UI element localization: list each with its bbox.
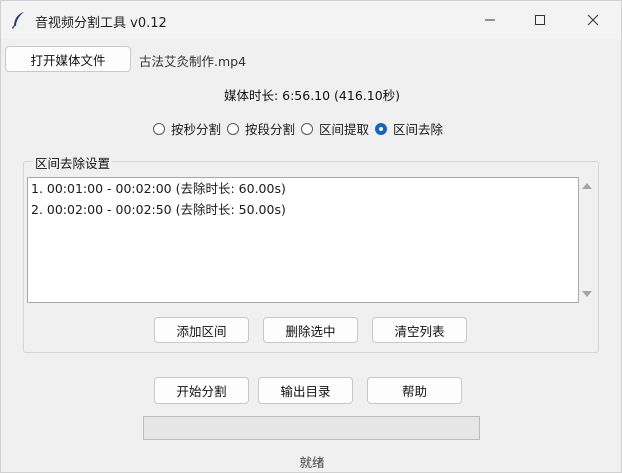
maximize-button[interactable] (517, 1, 563, 39)
maximize-icon (535, 15, 545, 25)
close-icon (587, 14, 599, 26)
radio-icon (153, 122, 165, 135)
mode-radio-by-seconds[interactable]: 按秒分割 (153, 119, 221, 138)
range-listbox[interactable]: 1. 00:01:00 - 00:02:00 (去除时长: 60.00s) 2.… (27, 177, 579, 303)
radio-label: 区间去除 (393, 122, 444, 137)
app-window: 音视频分割工具 v0.12 打开媒体文件 古法艾灸制作.mp4 媒体时长: 6:… (0, 0, 622, 473)
radio-label: 区间提取 (319, 122, 370, 137)
mode-radio-by-segments[interactable]: 按段分割 (227, 119, 295, 138)
file-name-label: 古法艾灸制作.mp4 (139, 54, 247, 69)
feather-icon (11, 11, 27, 29)
window-title: 音视频分割工具 v0.12 (35, 16, 167, 31)
radio-icon (301, 122, 314, 135)
close-button[interactable] (570, 1, 616, 39)
list-item[interactable]: 2. 00:02:00 - 00:02:50 (去除时长: 50.00s) (28, 199, 578, 220)
status-label: 就绪 (299, 455, 325, 470)
clear-list-button[interactable]: 清空列表 (372, 317, 467, 343)
mode-radio-range-extract[interactable]: 区间提取 (301, 119, 369, 138)
start-split-button[interactable]: 开始分割 (154, 377, 249, 404)
output-directory-button[interactable]: 输出目录 (258, 377, 353, 404)
media-duration-label: 媒体时长: 6:56.10 (416.10秒) (223, 88, 401, 103)
add-range-button[interactable]: 添加区间 (154, 317, 249, 343)
range-settings-title: 区间去除设置 (33, 153, 113, 172)
radio-label: 按段分割 (245, 122, 296, 137)
help-button[interactable]: 帮助 (367, 377, 462, 404)
title-bar[interactable]: 音视频分割工具 v0.12 (1, 1, 621, 39)
list-item[interactable]: 1. 00:01:00 - 00:02:00 (去除时长: 60.00s) (28, 178, 578, 199)
scroll-up-arrow-icon[interactable] (582, 183, 592, 189)
minimize-button[interactable] (467, 1, 513, 39)
radio-icon (227, 122, 240, 135)
open-media-button[interactable]: 打开媒体文件 (5, 46, 131, 72)
listbox-scrollbar[interactable] (579, 177, 595, 303)
mode-radio-group: 按秒分割 按段分割 区间提取 区间去除 (153, 119, 449, 138)
mode-radio-range-remove[interactable]: 区间去除 (375, 119, 443, 138)
progress-bar (143, 416, 480, 440)
radio-icon (375, 122, 388, 135)
delete-selected-button[interactable]: 删除选中 (263, 317, 358, 343)
scroll-down-arrow-icon[interactable] (582, 291, 592, 297)
minimize-icon (485, 19, 495, 21)
radio-label: 按秒分割 (171, 122, 222, 137)
